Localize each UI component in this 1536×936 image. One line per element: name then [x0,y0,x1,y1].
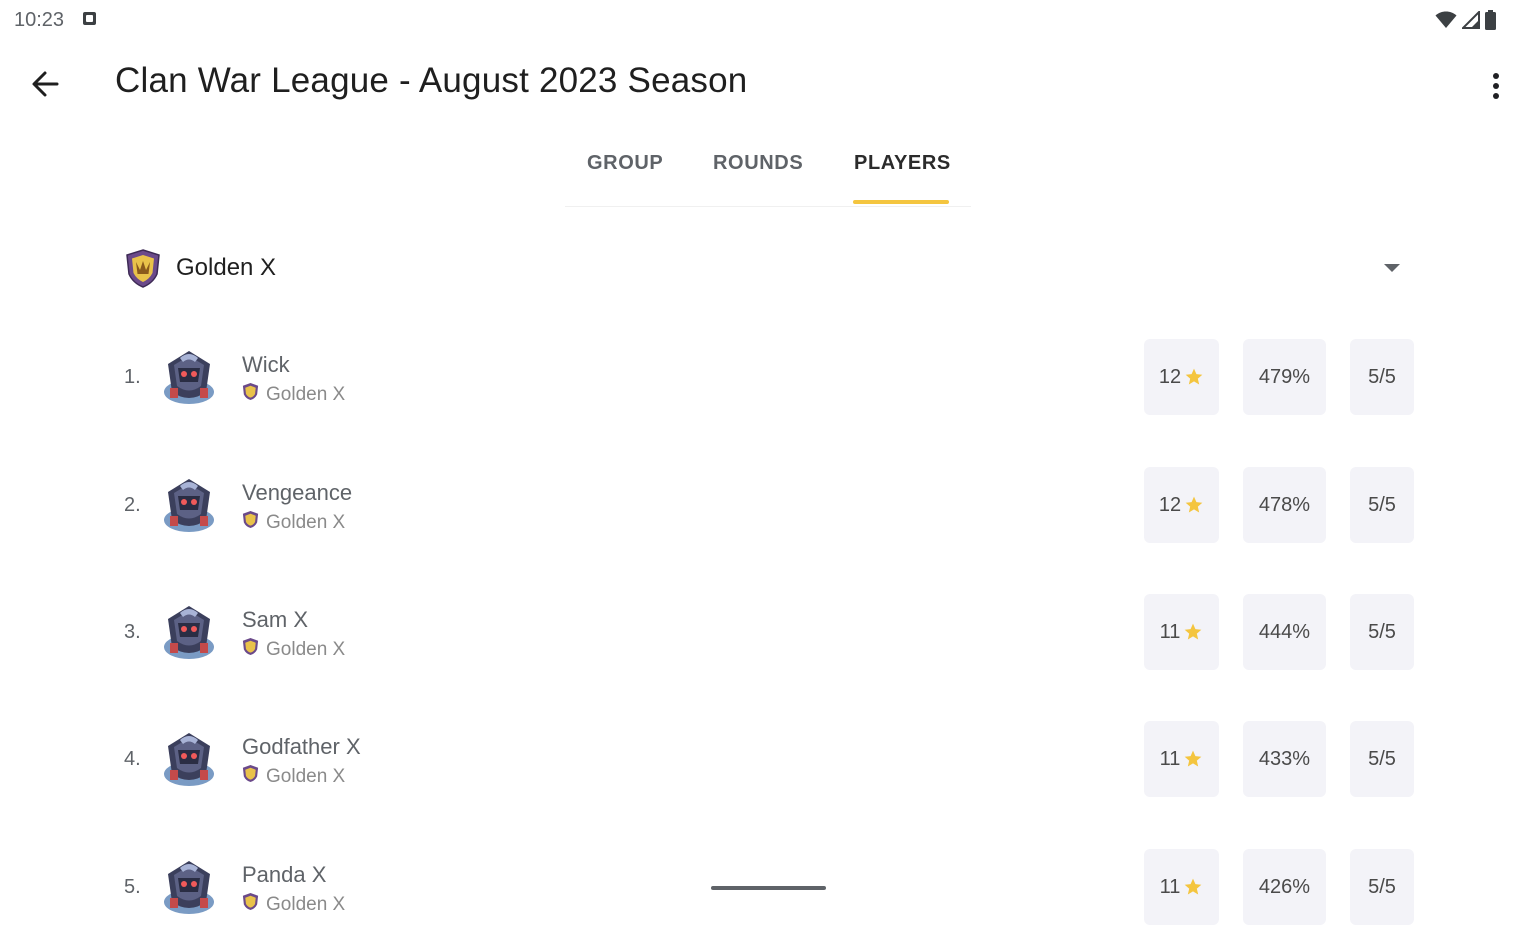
stars-stat: 12 [1144,467,1219,543]
clan-badge-icon [126,249,160,288]
player-rank: 3. [124,621,141,643]
page-title: Clan War League - August 2023 Season [115,61,748,100]
stars-stat: 11 [1144,849,1219,925]
destruction-stat: 444% [1243,594,1326,670]
star-icon [1184,367,1204,387]
active-tab-indicator [853,200,949,204]
stars-value: 11 [1159,620,1181,643]
home-indicator [711,886,826,890]
destruction-value: 479% [1258,365,1311,388]
player-clan: Golden X [241,764,345,789]
wifi-icon [1435,11,1457,28]
more-vert-icon [1493,73,1499,79]
star-icon [1184,495,1204,515]
player-clan: Golden X [241,382,345,407]
stars-stat: 12 [1144,339,1219,415]
stars-value: 12 [1158,493,1182,516]
status-icons [1435,10,1496,30]
battery-icon [1485,10,1496,30]
clan-badge-small-icon [241,382,260,407]
stars-value: 12 [1158,365,1182,388]
app-bar: Clan War League - August 2023 Season [0,40,1536,126]
attacks-value: 5/5 [1368,493,1396,516]
player-clan-name: Golden X [266,511,346,533]
player-clan: Golden X [241,637,345,662]
attacks-stat: 5/5 [1350,594,1414,670]
player-clan-name: Golden X [266,893,346,915]
destruction-value: 444% [1258,620,1311,643]
clan-badge-small-icon [241,764,260,789]
status-bar: 10:23 [0,0,1536,40]
selected-clan-name: Golden X [176,254,277,281]
star-icon [1183,749,1203,769]
player-clan: Golden X [241,510,345,535]
player-name: Sam X [242,607,309,632]
player-clan-name: Golden X [266,383,346,405]
attacks-stat: 5/5 [1350,721,1414,797]
player-rank: 5. [124,876,141,898]
dropdown-arrow-icon [1384,264,1400,272]
town-hall-icon [160,603,218,663]
stars-value: 11 [1159,875,1181,898]
player-rank: 4. [124,748,141,770]
attacks-value: 5/5 [1368,747,1396,770]
star-icon [1183,877,1203,897]
more-options-button[interactable] [1474,64,1518,108]
attacks-stat: 5/5 [1350,467,1414,543]
town-hall-icon [160,730,218,790]
destruction-stat: 426% [1243,849,1326,925]
town-hall-icon [160,348,218,408]
town-hall-icon [160,476,218,536]
player-clan-name: Golden X [266,638,346,660]
player-rank: 2. [124,494,141,516]
attacks-value: 5/5 [1368,620,1396,643]
destruction-value: 478% [1258,493,1311,516]
attacks-stat: 5/5 [1350,339,1414,415]
cellular-signal-icon [1462,11,1480,29]
attacks-value: 5/5 [1368,365,1396,388]
star-icon [1183,622,1203,642]
destruction-stat: 478% [1243,467,1326,543]
destruction-stat: 479% [1243,339,1326,415]
status-time: 10:23 [14,9,65,31]
back-button[interactable] [20,62,70,106]
stars-stat: 11 [1144,721,1219,797]
town-hall-icon [160,858,218,918]
tab-group[interactable]: GROUP [587,152,663,175]
attacks-stat: 5/5 [1350,849,1414,925]
player-rank: 1. [124,366,141,388]
tab-rounds[interactable]: ROUNDS [713,152,803,175]
clan-badge-small-icon [241,892,260,917]
stars-stat: 11 [1144,594,1219,670]
attacks-value: 5/5 [1368,875,1396,898]
player-clan-name: Golden X [266,765,346,787]
player-name: Godfather X [242,734,361,759]
player-row[interactable]: 2. Vengeance Golden X 12 478% 5/5 [0,458,1536,554]
player-row[interactable]: 4. Godfather X Golden X 11 433% 5/5 [0,712,1536,808]
clan-selector-dropdown[interactable]: Golden X [110,236,1420,300]
tab-players[interactable]: PLAYERS [854,152,951,175]
player-name: Wick [242,352,290,377]
player-row[interactable]: 1. Wick Golden X 12 479% 5/5 [0,330,1536,426]
player-name: Vengeance [242,480,353,505]
player-row[interactable]: 3. Sam X Golden X 11 444% 5/5 [0,585,1536,681]
player-name: Panda X [242,862,327,887]
clan-badge-small-icon [241,510,260,535]
destruction-value: 433% [1258,747,1311,770]
stars-value: 11 [1159,747,1181,770]
player-clan: Golden X [241,892,345,917]
clan-badge-small-icon [241,637,260,662]
notification-icon [83,12,96,25]
arrow-back-icon [32,71,59,97]
destruction-stat: 433% [1243,721,1326,797]
tab-bar: GROUP ROUNDS PLAYERS [565,126,971,207]
destruction-value: 426% [1258,875,1311,898]
